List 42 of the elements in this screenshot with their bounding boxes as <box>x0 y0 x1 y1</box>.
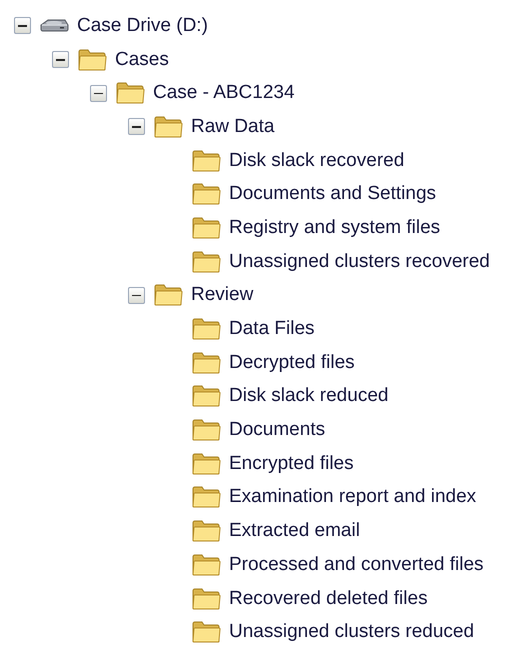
folder-icon <box>191 586 221 611</box>
folder-icon <box>191 216 221 240</box>
tree-item-label[interactable]: Disk slack reduced <box>229 385 388 408</box>
collapse-toggle[interactable] <box>128 118 145 136</box>
folder-icon <box>153 283 183 308</box>
tree-item-label[interactable]: Case - ABC1234 <box>153 82 295 104</box>
folder-icon <box>191 418 221 442</box>
folder-icon <box>191 148 221 173</box>
tree-item-label[interactable]: Unassigned clusters reduced <box>229 621 474 644</box>
tree-item-label[interactable]: Encrypted files <box>229 452 354 475</box>
folder-icon <box>191 250 221 274</box>
tree-item-label[interactable]: Recovered deleted files <box>229 588 428 610</box>
collapse-toggle[interactable] <box>14 17 31 34</box>
folder-icon <box>191 620 221 644</box>
folder-icon <box>191 452 221 476</box>
folder-icon <box>191 182 221 206</box>
folder-icon <box>77 48 107 72</box>
tree-item-label[interactable]: Registry and system files <box>229 216 440 239</box>
folder-icon <box>191 519 221 544</box>
folder-icon <box>191 317 221 342</box>
tree-item-label[interactable]: Decrypted files <box>229 352 355 374</box>
tree-item-label[interactable]: Cases <box>115 48 169 71</box>
tree-item-label[interactable]: Review <box>191 284 254 306</box>
tree-item-label[interactable]: Documents <box>229 419 326 442</box>
collapse-toggle[interactable] <box>90 84 107 102</box>
tree-item-label[interactable]: Processed and converted files <box>229 554 484 576</box>
tree-item-label[interactable]: Extracted email <box>229 520 360 542</box>
tree-item-label[interactable]: Examination report and index <box>229 486 476 508</box>
tree-item-label[interactable]: Disk slack recovered <box>229 150 404 172</box>
tree-item-label[interactable]: Unassigned clusters recovered <box>229 250 490 273</box>
collapse-toggle[interactable] <box>128 286 145 304</box>
tree-item-label[interactable]: Documents and Settings <box>229 183 436 206</box>
tree-item-label[interactable]: Data Files <box>229 318 315 340</box>
tree-item-label[interactable]: Raw Data <box>191 116 274 138</box>
folder-icon <box>191 552 221 577</box>
folder-icon <box>115 81 145 106</box>
folder-icon <box>191 350 221 375</box>
folder-icon <box>191 384 221 408</box>
tree-item-label[interactable]: Case Drive (D:) <box>77 14 208 37</box>
collapse-toggle[interactable] <box>52 51 69 68</box>
folder-icon <box>153 114 183 139</box>
folder-icon <box>191 485 221 510</box>
